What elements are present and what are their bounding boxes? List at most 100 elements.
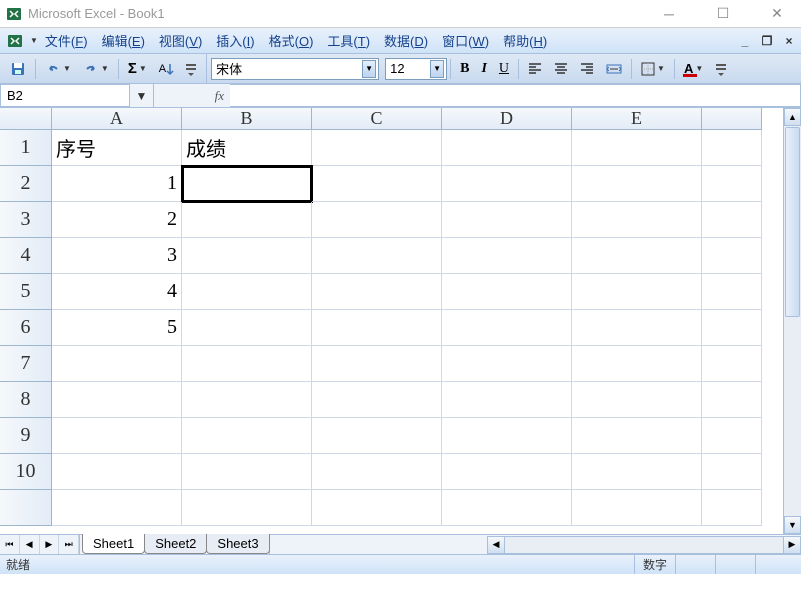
save-button[interactable] xyxy=(5,58,31,80)
excel-menubar-icon[interactable] xyxy=(4,31,26,51)
align-center-button[interactable] xyxy=(549,59,573,79)
scroll-right-button[interactable]: ▶ xyxy=(783,536,801,554)
cell-D8[interactable] xyxy=(442,382,572,418)
underline-button[interactable]: U xyxy=(494,58,514,80)
cell-3[interactable] xyxy=(702,202,762,238)
cell-B3[interactable] xyxy=(182,202,312,238)
row-header-10[interactable]: 10 xyxy=(0,454,52,490)
bold-button[interactable]: B xyxy=(455,58,474,80)
menu-item-0[interactable]: 文件(F) xyxy=(38,28,95,53)
cell-1[interactable] xyxy=(702,130,762,166)
horizontal-scrollbar[interactable]: ◀ ▶ xyxy=(487,536,801,554)
column-header-E[interactable]: E xyxy=(572,108,702,130)
cell-C3[interactable] xyxy=(312,202,442,238)
tab-nav-next[interactable]: ▶ xyxy=(40,535,60,554)
cell-9[interactable] xyxy=(702,418,762,454)
cell-E8[interactable] xyxy=(572,382,702,418)
cell-B4[interactable] xyxy=(182,238,312,274)
cell-2[interactable] xyxy=(702,166,762,202)
column-header-C[interactable]: C xyxy=(312,108,442,130)
cell-C2[interactable] xyxy=(312,166,442,202)
sort-asc-button[interactable]: A xyxy=(154,59,179,79)
cell-7[interactable] xyxy=(702,346,762,382)
font-size-combo[interactable]: 12 ▼ xyxy=(385,58,447,80)
cell-B5[interactable] xyxy=(182,274,312,310)
cell-B2[interactable] xyxy=(182,166,312,202)
row-header-7[interactable]: 7 xyxy=(0,346,52,382)
close-button[interactable]: ✕ xyxy=(759,4,795,24)
italic-button[interactable]: I xyxy=(476,58,491,80)
minimize-button[interactable]: ─ xyxy=(651,4,687,24)
cell-C[interactable] xyxy=(312,490,442,526)
row-header-2[interactable]: 2 xyxy=(0,166,52,202)
font-name-combo[interactable]: 宋体 ▼ xyxy=(211,58,379,80)
cell-D3[interactable] xyxy=(442,202,572,238)
cell-A2[interactable]: 1 xyxy=(52,166,182,202)
cell-D[interactable] xyxy=(442,490,572,526)
row-header-4[interactable]: 4 xyxy=(0,238,52,274)
cell-C7[interactable] xyxy=(312,346,442,382)
cell-C9[interactable] xyxy=(312,418,442,454)
cell-E6[interactable] xyxy=(572,310,702,346)
cell-10[interactable] xyxy=(702,454,762,490)
cell-6[interactable] xyxy=(702,310,762,346)
cell-E7[interactable] xyxy=(572,346,702,382)
row-header-[interactable] xyxy=(0,490,52,526)
menu-item-2[interactable]: 视图(V) xyxy=(152,28,209,53)
sheet-tab-sheet3[interactable]: Sheet3 xyxy=(206,534,269,554)
menu-item-7[interactable]: 窗口(W) xyxy=(435,28,496,53)
vscroll-thumb[interactable] xyxy=(785,127,800,317)
row-header-5[interactable]: 5 xyxy=(0,274,52,310)
fx-label[interactable]: fx xyxy=(154,84,230,107)
mdi-restore-button[interactable]: ❐ xyxy=(759,34,775,48)
cell-C4[interactable] xyxy=(312,238,442,274)
column-header-B[interactable]: B xyxy=(182,108,312,130)
cell-A3[interactable]: 2 xyxy=(52,202,182,238)
cell-B10[interactable] xyxy=(182,454,312,490)
tab-nav-prev[interactable]: ◀ xyxy=(20,535,40,554)
sheet-tab-sheet2[interactable]: Sheet2 xyxy=(144,534,207,554)
select-all-corner[interactable] xyxy=(0,108,52,130)
cell-D5[interactable] xyxy=(442,274,572,310)
row-header-3[interactable]: 3 xyxy=(0,202,52,238)
menu-item-6[interactable]: 数据(D) xyxy=(377,28,435,53)
mdi-minimize-button[interactable]: _ xyxy=(737,34,753,48)
tab-nav-first[interactable]: ⏮ xyxy=(0,535,20,554)
borders-button[interactable]: ▼ xyxy=(636,59,670,79)
menu-item-8[interactable]: 帮助(H) xyxy=(496,28,554,53)
cell-D6[interactable] xyxy=(442,310,572,346)
row-header-1[interactable]: 1 xyxy=(0,130,52,166)
cell-B[interactable] xyxy=(182,490,312,526)
font-size-dropdown-icon[interactable]: ▼ xyxy=(430,60,444,78)
cell-E[interactable] xyxy=(572,490,702,526)
cell-A10[interactable] xyxy=(52,454,182,490)
cell-C5[interactable] xyxy=(312,274,442,310)
cell-E1[interactable] xyxy=(572,130,702,166)
align-left-button[interactable] xyxy=(523,59,547,79)
cell-4[interactable] xyxy=(702,238,762,274)
scroll-up-button[interactable]: ▲ xyxy=(784,108,801,126)
menubar-icon-caret[interactable]: ▼ xyxy=(30,36,38,45)
cell-B7[interactable] xyxy=(182,346,312,382)
maximize-button[interactable]: ☐ xyxy=(705,4,741,24)
cell-A1[interactable]: 序号 xyxy=(52,130,182,166)
cell-D1[interactable] xyxy=(442,130,572,166)
cell-E10[interactable] xyxy=(572,454,702,490)
cell-E5[interactable] xyxy=(572,274,702,310)
cell-E4[interactable] xyxy=(572,238,702,274)
formula-input[interactable] xyxy=(230,84,801,107)
cell-A9[interactable] xyxy=(52,418,182,454)
cell-A5[interactable]: 4 xyxy=(52,274,182,310)
cell-E9[interactable] xyxy=(572,418,702,454)
cell-[interactable] xyxy=(702,490,762,526)
cell-8[interactable] xyxy=(702,382,762,418)
cell-A4[interactable]: 3 xyxy=(52,238,182,274)
cell-B8[interactable] xyxy=(182,382,312,418)
cell-A7[interactable] xyxy=(52,346,182,382)
mdi-close-button[interactable]: × xyxy=(781,34,797,48)
cell-5[interactable] xyxy=(702,274,762,310)
cell-A[interactable] xyxy=(52,490,182,526)
menu-item-5[interactable]: 工具(T) xyxy=(320,28,377,53)
column-header-extra[interactable] xyxy=(702,108,762,130)
cell-D7[interactable] xyxy=(442,346,572,382)
